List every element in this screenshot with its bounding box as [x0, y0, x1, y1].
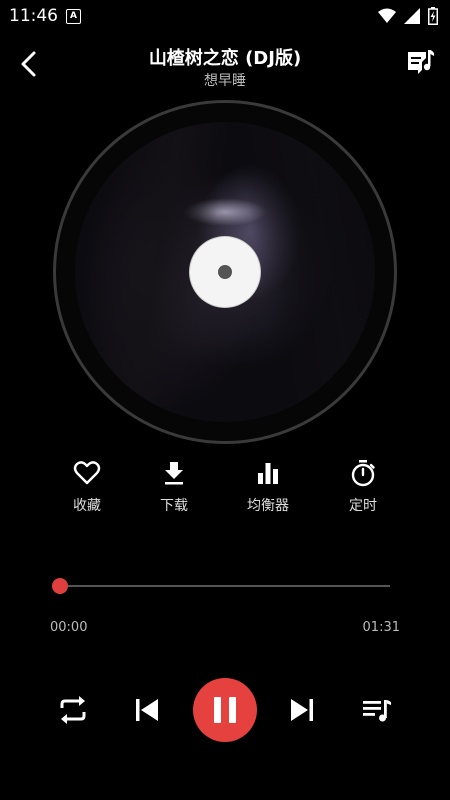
progress-bar[interactable]: [52, 578, 390, 594]
action-row: 收藏 下载 均衡器 定时: [0, 455, 450, 525]
album-disc[interactable]: [53, 100, 397, 444]
lyrics-note-icon: [408, 50, 435, 74]
progress-thumb[interactable]: [52, 578, 68, 594]
pause-button[interactable]: [193, 678, 257, 742]
back-button[interactable]: [14, 48, 46, 80]
equalizer-button[interactable]: 均衡器: [228, 455, 308, 525]
skip-previous-icon: [136, 699, 158, 721]
download-button[interactable]: 下载: [134, 455, 214, 525]
repeat-button[interactable]: [55, 692, 91, 728]
system-icons: [378, 7, 438, 25]
heart-icon: [73, 461, 101, 485]
total-time: 01:31: [362, 620, 400, 635]
previous-button[interactable]: [129, 692, 165, 728]
disc-center-label: [190, 237, 260, 307]
equalizer-icon: [258, 463, 278, 484]
playback-controls: [0, 675, 450, 745]
timer-icon: [351, 460, 375, 487]
repeat-icon: [60, 696, 86, 724]
disc-spindle-hole: [218, 265, 232, 279]
song-title: 山楂树之恋 (DJ版): [148, 48, 302, 69]
status-bar: 11:46 A: [0, 0, 450, 32]
current-time: 00:00: [50, 620, 88, 635]
equalizer-label: 均衡器: [247, 498, 289, 514]
download-label: 下载: [160, 498, 188, 514]
playlist-icon: [363, 700, 392, 722]
pause-icon: [214, 697, 236, 723]
timer-label: 定时: [349, 498, 377, 514]
wifi-icon: [378, 8, 396, 23]
status-time: 11:46: [9, 6, 58, 26]
favorite-button[interactable]: 收藏: [47, 455, 127, 525]
battery-charging-icon: [428, 7, 438, 25]
skip-next-icon: [291, 699, 313, 721]
a-badge-icon: A: [66, 9, 81, 24]
next-button[interactable]: [284, 692, 320, 728]
progress-track: [60, 585, 390, 587]
player-header: 山楂树之恋 (DJ版) 想早睡: [0, 38, 450, 98]
download-icon: [165, 462, 183, 485]
timer-button[interactable]: 定时: [323, 455, 403, 525]
song-artist[interactable]: 想早睡: [80, 70, 370, 90]
playlist-button[interactable]: [359, 692, 395, 728]
chevron-left-icon: [21, 51, 36, 77]
signal-icon: [404, 8, 420, 24]
lyrics-button[interactable]: [406, 48, 436, 78]
favorite-label: 收藏: [73, 498, 101, 514]
